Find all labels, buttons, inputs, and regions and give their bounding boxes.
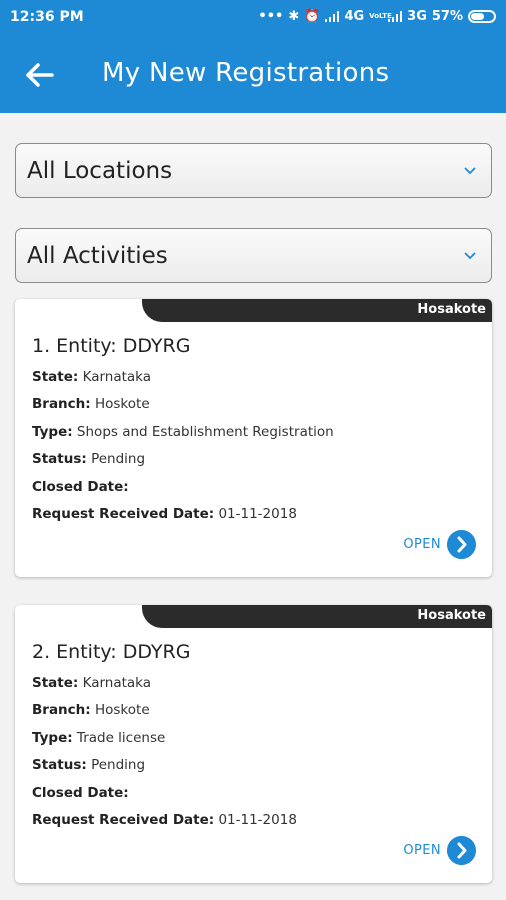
- closed-date-field: Closed Date:: [32, 785, 129, 801]
- open-label: OPEN: [403, 537, 441, 552]
- status-time: 12:36 PM: [10, 9, 84, 25]
- open-label: OPEN: [403, 843, 441, 858]
- status-label: Status:: [32, 757, 87, 773]
- closed-date-field: Closed Date:: [32, 479, 129, 495]
- chevron-down-icon: [464, 167, 476, 175]
- state-label: State:: [32, 675, 79, 691]
- network-type-1: 4G: [344, 9, 365, 24]
- location-tag: Hosakote: [142, 605, 492, 628]
- branch-value: Hoskote: [90, 702, 150, 718]
- battery-percent: 57%: [431, 9, 463, 24]
- activity-filter-value: All Activities: [27, 242, 168, 269]
- entity-title: 1. Entity: DDYRG: [32, 335, 191, 357]
- received-date-field: Request Received Date: 01-11-2018: [32, 506, 297, 522]
- state-field: State: Karnataka: [32, 369, 151, 385]
- received-date-label: Request Received Date:: [32, 506, 215, 522]
- play-circle-icon: [447, 836, 476, 865]
- branch-value: Hoskote: [90, 396, 150, 412]
- status-field: Status: Pending: [32, 451, 145, 467]
- more-dots-icon: •••: [258, 9, 284, 24]
- toolbar: My New Registrations: [0, 50, 506, 100]
- bluetooth-icon: ✱: [288, 9, 300, 24]
- closed-date-label: Closed Date:: [32, 479, 129, 495]
- play-circle-icon: [447, 530, 476, 559]
- type-label: Type:: [32, 424, 73, 440]
- received-date-label: Request Received Date:: [32, 812, 215, 828]
- open-button[interactable]: OPEN: [403, 836, 476, 865]
- app-header: 12:36 PM ••• ✱ ⏰ 4G VoLTE 3G 57% My New …: [0, 0, 506, 113]
- location-tag: Hosakote: [142, 299, 492, 322]
- branch-label: Branch:: [32, 396, 91, 412]
- received-date-field: Request Received Date: 01-11-2018: [32, 812, 297, 828]
- signal-icon: [325, 11, 340, 22]
- state-label: State:: [32, 369, 79, 385]
- status-field: Status: Pending: [32, 757, 145, 773]
- branch-field: Branch: Hoskote: [32, 702, 150, 718]
- registration-card: Hosakote 1. Entity: DDYRG State: Karnata…: [15, 299, 492, 577]
- chevron-down-icon: [464, 252, 476, 260]
- state-value: Karnataka: [78, 369, 152, 385]
- status-label: Status:: [32, 451, 87, 467]
- closed-date-label: Closed Date:: [32, 785, 129, 801]
- location-filter-value: All Locations: [27, 157, 173, 184]
- branch-field: Branch: Hoskote: [32, 396, 150, 412]
- type-field: Type: Shops and Establishment Registrati…: [32, 424, 334, 440]
- type-label: Type:: [32, 730, 73, 746]
- location-tag-label: Hosakote: [417, 302, 486, 317]
- battery-icon: [468, 10, 496, 23]
- status-value: Pending: [86, 451, 146, 467]
- alarm-icon: ⏰: [304, 9, 321, 24]
- status-bar: 12:36 PM ••• ✱ ⏰ 4G VoLTE 3G 57%: [0, 0, 506, 36]
- entity-title: 2. Entity: DDYRG: [32, 641, 191, 663]
- back-arrow-icon[interactable]: [22, 60, 56, 90]
- network-type-2: 3G: [407, 9, 427, 24]
- received-date-value: 01-11-2018: [214, 506, 297, 522]
- status-icons: ••• ✱ ⏰ 4G VoLTE 3G 57%: [258, 9, 496, 24]
- open-button[interactable]: OPEN: [403, 530, 476, 559]
- signal-icon: [388, 11, 403, 22]
- page-title: My New Registrations: [102, 58, 390, 88]
- location-tag-label: Hosakote: [417, 608, 486, 623]
- type-value: Trade license: [72, 730, 166, 746]
- volte-badge: VoLTE: [369, 12, 392, 20]
- registration-card: Hosakote 2. Entity: DDYRG State: Karnata…: [15, 605, 492, 883]
- branch-label: Branch:: [32, 702, 91, 718]
- received-date-value: 01-11-2018: [214, 812, 297, 828]
- location-filter-dropdown[interactable]: All Locations: [15, 143, 492, 198]
- type-value: Shops and Establishment Registration: [72, 424, 334, 440]
- type-field: Type: Trade license: [32, 730, 165, 746]
- state-value: Karnataka: [78, 675, 152, 691]
- activity-filter-dropdown[interactable]: All Activities: [15, 228, 492, 283]
- state-field: State: Karnataka: [32, 675, 151, 691]
- status-value: Pending: [86, 757, 146, 773]
